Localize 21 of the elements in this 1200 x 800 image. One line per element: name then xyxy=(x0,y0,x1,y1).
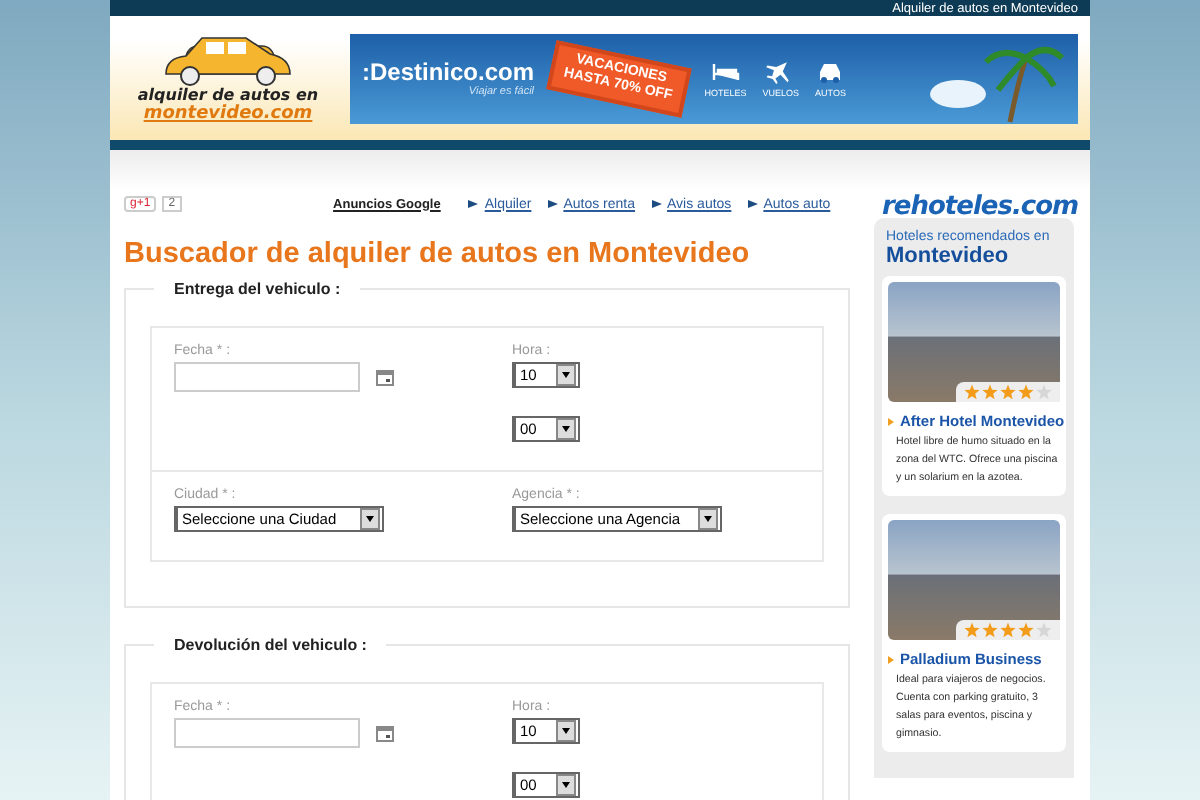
date-field[interactable] xyxy=(174,362,360,392)
section-legend: Devolución del vehiculo : xyxy=(154,636,387,654)
logo-text: montevideo.com xyxy=(143,103,313,123)
arrow-icon xyxy=(651,200,662,208)
arrow-icon xyxy=(747,200,758,208)
section-legend: Entrega del vehiculo : xyxy=(154,280,361,298)
calendar-icon[interactable] xyxy=(376,369,394,385)
airplane-icon xyxy=(766,58,795,84)
sidebar-city: Montevideo xyxy=(886,244,1011,268)
arrow-icon xyxy=(888,655,894,663)
banner-brand: :Destinico.com xyxy=(362,58,535,86)
arrow-icon xyxy=(468,200,479,208)
bed-icon xyxy=(711,58,740,84)
date-field[interactable] xyxy=(174,718,360,748)
car-icon xyxy=(816,58,845,84)
arrow-icon xyxy=(888,417,894,425)
calendar-icon[interactable] xyxy=(376,725,394,741)
rehoteles-logo[interactable]: rehoteles.com xyxy=(882,192,1079,222)
logo-text: alquiler de autos en xyxy=(137,85,319,103)
page-title: Buscador de alquiler de autos en Montevideo xyxy=(124,238,752,270)
arrow-icon xyxy=(547,200,558,208)
